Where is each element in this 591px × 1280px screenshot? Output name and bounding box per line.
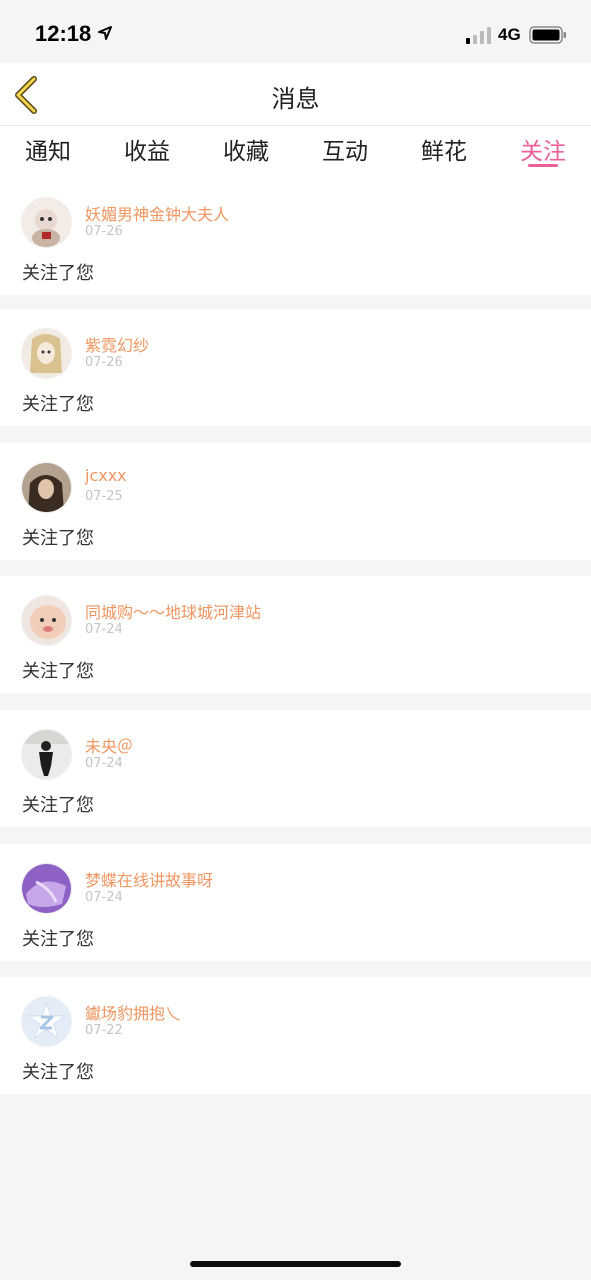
- username[interactable]: jcxxx: [85, 466, 127, 485]
- tab-earnings[interactable]: 收益: [107, 132, 187, 166]
- tab-interaction[interactable]: 互动: [305, 132, 385, 166]
- message-text: 关注了您: [22, 929, 94, 950]
- signal-icon: [466, 27, 491, 44]
- tab-favorites[interactable]: 收藏: [206, 132, 286, 166]
- username[interactable]: 梦蝶在线讲故事呀: [85, 867, 213, 891]
- message-text: 关注了您: [22, 263, 94, 284]
- message-date: 07-25: [85, 489, 123, 504]
- home-indicator[interactable]: [190, 1261, 401, 1267]
- avatar[interactable]: [21, 197, 72, 248]
- avatar[interactable]: [21, 863, 72, 914]
- message-date: 07-22: [85, 1023, 123, 1038]
- message-date: 07-26: [85, 224, 123, 239]
- list-item[interactable]: 梦蝶在线讲故事呀 07-24 关注了您: [0, 844, 591, 961]
- list-item[interactable]: 未央＠ 07-24 关注了您: [0, 710, 591, 827]
- avatar[interactable]: [21, 595, 72, 646]
- status-bar: 12:18 4G: [0, 0, 591, 62]
- message-text: 关注了您: [22, 1062, 94, 1083]
- message-text: 关注了您: [22, 795, 94, 816]
- tab-flowers[interactable]: 鲜花: [404, 132, 484, 166]
- username[interactable]: 钀场豹拥抱乀: [85, 1000, 181, 1024]
- message-text: 关注了您: [22, 394, 94, 415]
- status-time: 12:18: [35, 21, 92, 46]
- username[interactable]: 紫霓幻纱: [85, 332, 149, 356]
- tab-following[interactable]: 关注: [503, 132, 583, 166]
- avatar[interactable]: [21, 729, 72, 780]
- list-item[interactable]: 紫霓幻纱 07-26 关注了您: [0, 309, 591, 426]
- active-tab-indicator: [528, 164, 558, 167]
- list-item[interactable]: 同城购～～地球城河津站 07-24 关注了您: [0, 576, 591, 693]
- network-type: 4G: [498, 25, 521, 44]
- username[interactable]: 未央＠: [85, 733, 133, 757]
- message-date: 07-24: [85, 756, 123, 771]
- battery-icon: [529, 26, 566, 44]
- list-item[interactable]: jcxxx 07-25 关注了您: [0, 443, 591, 560]
- message-text: 关注了您: [22, 661, 94, 682]
- username[interactable]: 同城购～～地球城河津站: [85, 599, 261, 623]
- list-item[interactable]: 妖媚男神金钟大夫人 07-26 关注了您: [0, 178, 591, 295]
- avatar[interactable]: [21, 996, 72, 1047]
- tab-bar: 通知 收益 收藏 互动 鲜花 关注: [0, 126, 591, 178]
- message-date: 07-24: [85, 890, 123, 905]
- nav-bar: 消息: [0, 63, 591, 126]
- list-item[interactable]: 钀场豹拥抱乀 07-22 关注了您: [0, 977, 591, 1094]
- tab-notice[interactable]: 通知: [8, 132, 88, 166]
- avatar[interactable]: [21, 328, 72, 379]
- message-date: 07-24: [85, 622, 123, 637]
- page-title: 消息: [271, 85, 320, 113]
- message-date: 07-26: [85, 355, 123, 370]
- location-arrow-icon: [98, 26, 112, 40]
- message-text: 关注了您: [22, 528, 94, 549]
- avatar[interactable]: [21, 462, 72, 513]
- username[interactable]: 妖媚男神金钟大夫人: [85, 201, 229, 225]
